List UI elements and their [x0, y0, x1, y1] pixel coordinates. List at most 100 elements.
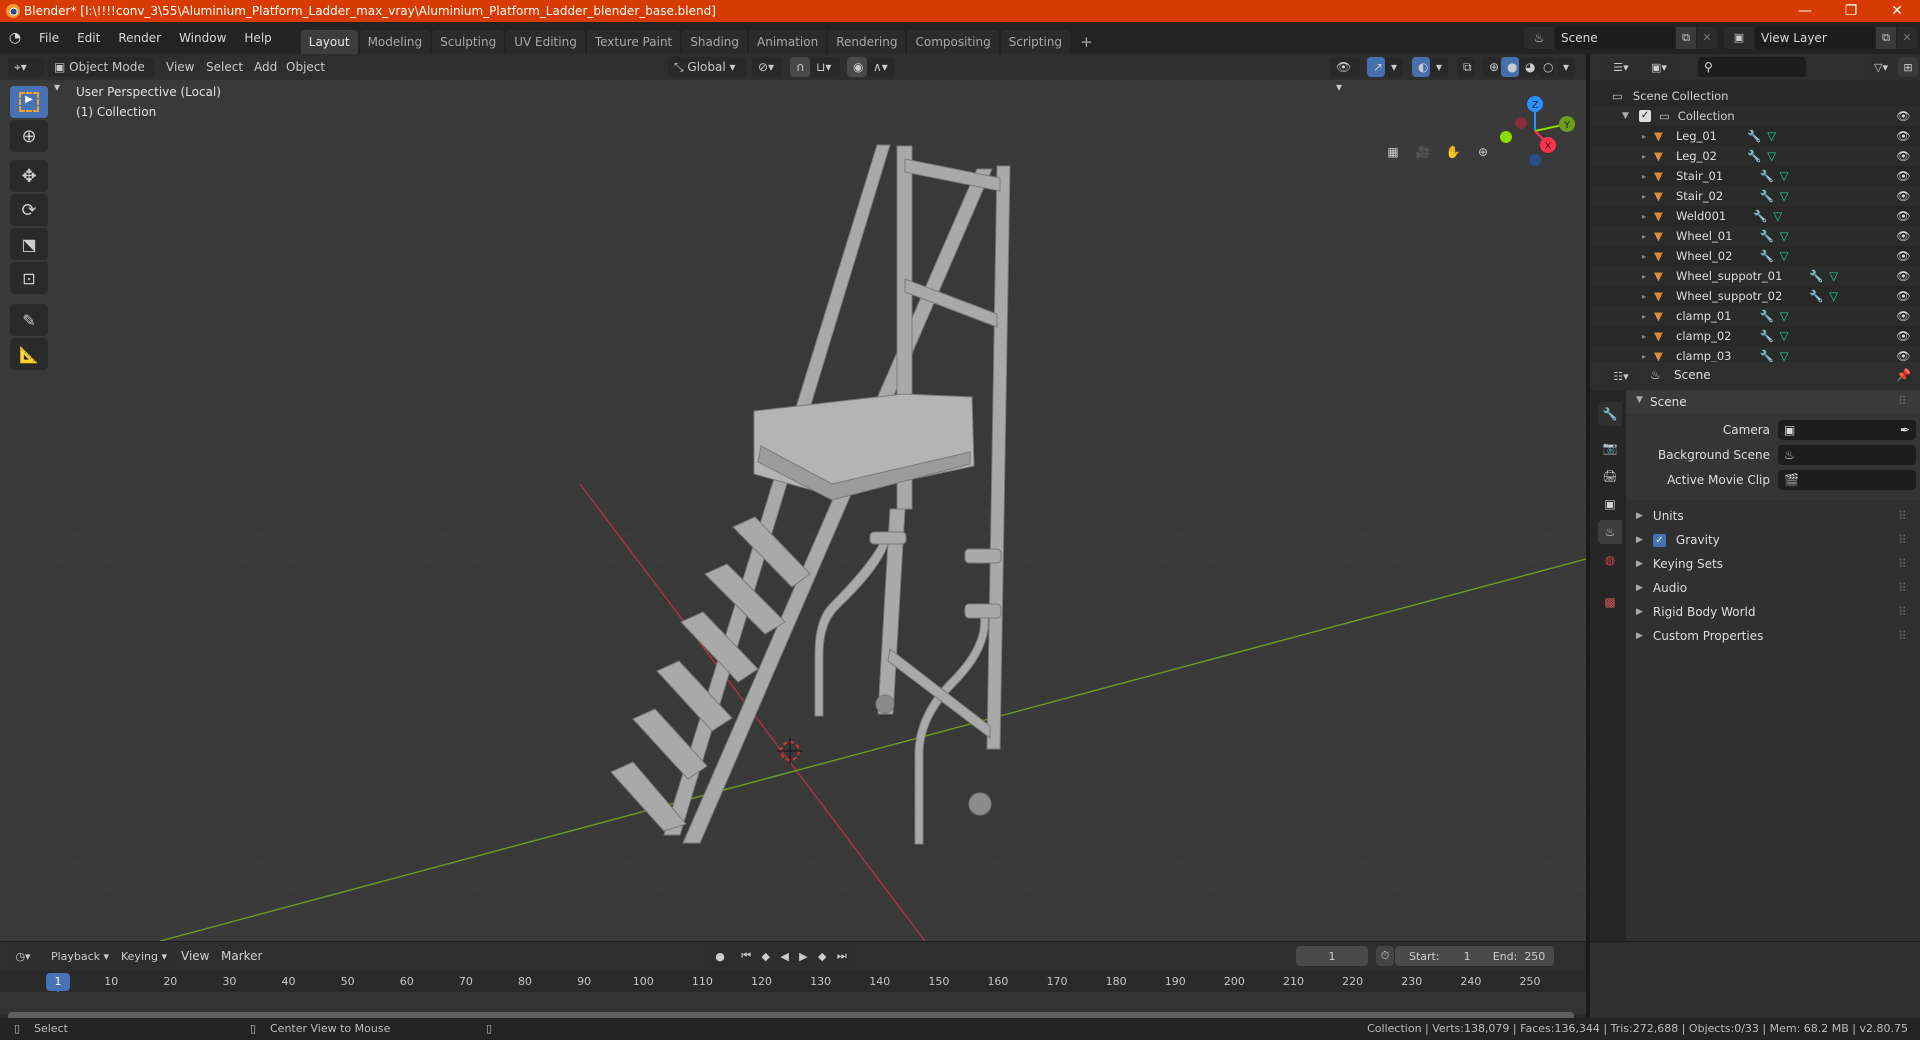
menu-view[interactable]: View: [181, 949, 209, 963]
menu-add[interactable]: Add: [248, 57, 283, 77]
filter-dropdown[interactable]: ▽▾: [1866, 57, 1896, 77]
visibility-eye-icon[interactable]: 👁: [1896, 189, 1911, 203]
tab-sculpting[interactable]: Sculpting: [432, 30, 505, 54]
menu-view[interactable]: View: [160, 57, 200, 77]
delete-scene-button[interactable]: ✕: [1697, 27, 1717, 49]
pan-view-button[interactable]: ✋: [1440, 139, 1466, 165]
visibility-eye-icon[interactable]: 👁: [1896, 169, 1911, 183]
expand-arrow-icon[interactable]: ▸: [1642, 192, 1646, 201]
shading-wireframe-button[interactable]: ⊕: [1483, 57, 1501, 77]
menu-render[interactable]: Render: [109, 27, 170, 49]
mesh-data-icon[interactable]: ▽: [1780, 349, 1789, 363]
gravity-checkbox[interactable]: ✓: [1652, 533, 1666, 547]
gizmo-neg-x[interactable]: [1515, 117, 1527, 129]
outliner-object-row[interactable]: ▸ ▼ Weld001 🔧 ▽ 👁: [1590, 206, 1920, 226]
expand-arrow-icon[interactable]: ▸: [1642, 312, 1646, 321]
visibility-eye-icon[interactable]: 👁: [1896, 109, 1911, 123]
mesh-data-icon[interactable]: ▽: [1780, 249, 1789, 263]
tab-animation[interactable]: Animation: [749, 30, 827, 54]
overlay-toggle[interactable]: ◐: [1412, 57, 1430, 77]
visibility-eye-icon[interactable]: 👁: [1896, 129, 1911, 143]
mesh-data-icon[interactable]: ▽: [1780, 309, 1789, 323]
outliner-editor-type[interactable]: ☰▾: [1606, 57, 1636, 77]
gizmo-neg-y[interactable]: [1500, 131, 1512, 143]
property-section-audio[interactable]: ▶ Audio ⠿: [1626, 576, 1920, 600]
mesh-data-icon[interactable]: ▽: [1829, 269, 1838, 283]
menu-marker[interactable]: Marker: [221, 949, 262, 963]
shading-dropdown[interactable]: ▾: [1557, 57, 1575, 77]
next-keyframe-icon[interactable]: ◆: [818, 950, 826, 963]
tab-modeling[interactable]: Modeling: [359, 30, 431, 54]
visibility-eye-icon[interactable]: 👁: [1896, 209, 1911, 223]
visibility-eye-icon[interactable]: 👁: [1896, 249, 1911, 263]
outliner-object-row[interactable]: ▸ ▼ Wheel_suppotr_01 🔧 ▽ 👁: [1590, 266, 1920, 286]
outliner-object-row[interactable]: ▸ ▼ Wheel_02 🔧 ▽ 👁: [1590, 246, 1920, 266]
new-scene-button[interactable]: ⧉: [1676, 27, 1696, 49]
maximize-button[interactable]: ❐: [1828, 0, 1874, 22]
menu-edit[interactable]: Edit: [68, 27, 109, 49]
visibility-eye-icon[interactable]: 👁: [1896, 149, 1911, 163]
visibility-eye-icon[interactable]: 👁: [1896, 329, 1911, 343]
modifier-wrench-icon[interactable]: 🔧: [1760, 169, 1774, 183]
outliner-object-row[interactable]: ▸ ▼ Stair_02 🔧 ▽ 👁: [1590, 186, 1920, 206]
outliner-object-row[interactable]: ▸ ▼ clamp_02 🔧 ▽ 👁: [1590, 326, 1920, 346]
play-reverse-icon[interactable]: ◀: [780, 950, 788, 963]
timeline-editor-type[interactable]: ◷▾: [8, 946, 38, 966]
visibility-eye-icon[interactable]: 👁: [1896, 269, 1911, 283]
gizmo-dropdown[interactable]: ▾: [1385, 57, 1403, 77]
outliner-object-row[interactable]: ▸ ▼ Wheel_suppotr_02 🔧 ▽ 👁: [1590, 286, 1920, 306]
snap-target-dropdown[interactable]: ⊔▾: [810, 57, 840, 77]
expand-arrow-icon[interactable]: ▸: [1642, 352, 1646, 361]
expand-arrow-icon[interactable]: ▸: [1642, 132, 1646, 141]
play-icon[interactable]: ▶: [799, 950, 807, 963]
preview-range-toggle[interactable]: ⏱: [1376, 946, 1394, 966]
outliner-object-row[interactable]: ▸ ▼ Stair_01 🔧 ▽ 👁: [1590, 166, 1920, 186]
expand-arrow-icon[interactable]: ▸: [1642, 232, 1646, 241]
tab-texture[interactable]: ▩: [1598, 590, 1622, 614]
xray-toggle[interactable]: ⧉: [1457, 57, 1475, 77]
new-collection-button[interactable]: ⊞: [1898, 57, 1918, 77]
gizmo-toggle[interactable]: ↗: [1367, 57, 1385, 77]
close-button[interactable]: ✕: [1874, 0, 1920, 22]
mesh-data-icon[interactable]: ▽: [1767, 129, 1776, 143]
drag-handle-icon[interactable]: ⠿: [1898, 557, 1907, 571]
menu-file[interactable]: File: [30, 27, 68, 49]
scene-browse-button[interactable]: ♨: [1524, 27, 1554, 49]
toggle-ortho-button[interactable]: ▦: [1380, 139, 1406, 165]
tab-output[interactable]: 🖨: [1598, 464, 1622, 488]
modifier-wrench-icon[interactable]: 🔧: [1760, 329, 1774, 343]
eyedropper-icon[interactable]: ✒: [1900, 420, 1910, 440]
jump-start-icon[interactable]: ⏮: [741, 949, 751, 963]
shading-material-button[interactable]: ◕: [1519, 57, 1537, 77]
mesh-data-icon[interactable]: ▽: [1773, 209, 1782, 223]
visibility-eye-icon[interactable]: 👁: [1896, 309, 1911, 323]
visibility-eye-icon[interactable]: 👁: [1896, 289, 1911, 303]
tab-compositing[interactable]: Compositing: [907, 30, 999, 54]
modifier-wrench-icon[interactable]: 🔧: [1760, 189, 1774, 203]
tab-layout[interactable]: Layout: [300, 30, 358, 54]
modifier-wrench-icon[interactable]: 🔧: [1747, 129, 1761, 143]
property-section-keying-sets[interactable]: ▶ Keying Sets ⠿: [1626, 552, 1920, 576]
mesh-data-icon[interactable]: ▽: [1780, 169, 1789, 183]
mesh-data-icon[interactable]: ▽: [1780, 189, 1789, 203]
move-tool[interactable]: ✥: [10, 160, 48, 192]
falloff-dropdown[interactable]: ∧▾: [867, 57, 895, 77]
keying-menu[interactable]: Keying ▾: [115, 946, 173, 966]
tab-rendering[interactable]: Rendering: [828, 30, 906, 54]
modifier-wrench-icon[interactable]: 🔧: [1809, 269, 1823, 283]
collection-checkbox[interactable]: ✓: [1638, 110, 1651, 122]
prev-keyframe-icon[interactable]: ◆: [761, 950, 769, 963]
modifier-wrench-icon[interactable]: 🔧: [1760, 229, 1774, 243]
menu-help[interactable]: Help: [235, 27, 280, 49]
collection-row[interactable]: ▼ ✓ ▭ Collection 👁: [1590, 106, 1920, 126]
timeline-track-area[interactable]: [0, 992, 1586, 1014]
drag-handle-icon[interactable]: ⠿: [1898, 605, 1907, 619]
minimize-button[interactable]: —: [1782, 0, 1828, 22]
editor-type-button[interactable]: ⌖▾: [8, 57, 44, 77]
camera-field[interactable]: ▣ ✒: [1778, 420, 1916, 440]
mesh-data-icon[interactable]: ▽: [1780, 329, 1789, 343]
active-movie-clip-field[interactable]: 🎬: [1778, 470, 1916, 490]
menu-select[interactable]: Select: [200, 57, 249, 77]
modifier-wrench-icon[interactable]: 🔧: [1809, 289, 1823, 303]
end-frame-field[interactable]: End: 250: [1484, 946, 1554, 966]
